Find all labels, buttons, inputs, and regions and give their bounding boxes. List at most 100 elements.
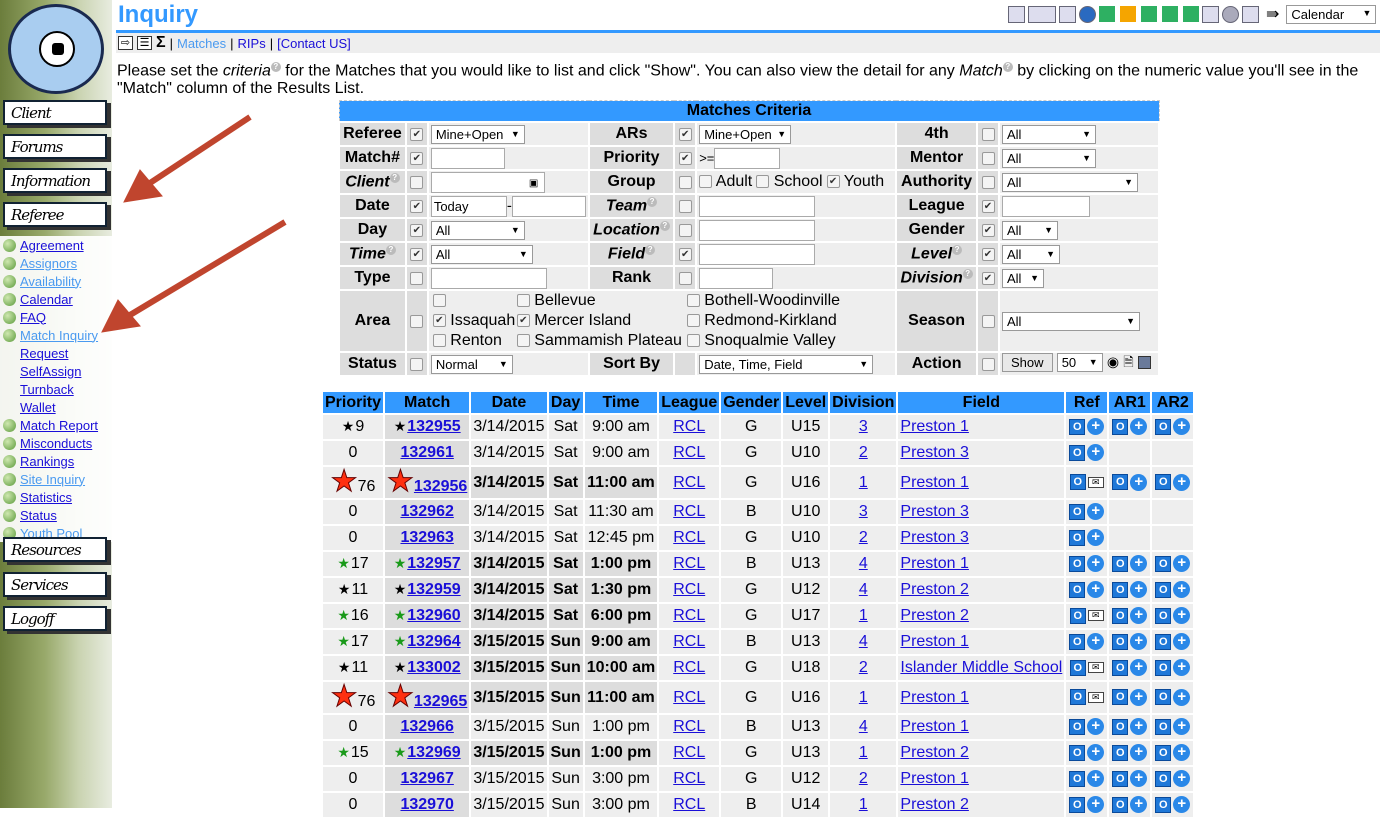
division-checkbox[interactable]: ✔ — [981, 272, 995, 286]
column-header-level[interactable]: Level — [781, 390, 831, 415]
division-link[interactable]: 2 — [859, 444, 868, 461]
request-plus-icon[interactable]: + — [1173, 688, 1191, 706]
match-link[interactable]: 132969 — [407, 744, 460, 761]
field-link[interactable]: Preston 3 — [900, 529, 968, 546]
view-official-icon[interactable]: O — [1112, 607, 1129, 624]
season-select[interactable]: All — [1002, 311, 1140, 331]
view-official-icon[interactable]: O — [1155, 581, 1172, 598]
view-official-icon[interactable]: O — [1069, 555, 1086, 572]
view-official-icon[interactable]: O — [1069, 581, 1086, 598]
request-plus-icon[interactable]: + — [1130, 555, 1148, 573]
request-plus-icon[interactable]: + — [1087, 581, 1105, 599]
authority-checkbox[interactable] — [981, 176, 995, 190]
request-plus-icon[interactable]: + — [1173, 659, 1191, 677]
field-link[interactable]: Preston 1 — [900, 474, 968, 491]
view-official-icon[interactable]: O — [1069, 689, 1086, 706]
action-checkbox[interactable] — [981, 358, 995, 372]
view-official-icon[interactable]: O — [1112, 633, 1129, 650]
status-select[interactable]: Normal — [430, 354, 513, 374]
view-official-icon[interactable]: O — [1155, 689, 1172, 706]
field-link[interactable]: Preston 3 — [900, 444, 968, 461]
match-link[interactable]: 132962 — [400, 503, 453, 520]
league-link[interactable]: RCL — [673, 529, 705, 546]
division-link[interactable]: 1 — [859, 796, 868, 813]
match-link[interactable]: 132957 — [407, 555, 460, 572]
view-official-icon[interactable]: O — [1112, 744, 1129, 761]
league-link[interactable]: RCL — [673, 633, 705, 650]
view-official-icon[interactable]: O — [1069, 474, 1086, 491]
match-link[interactable]: 133002 — [407, 659, 460, 676]
nav-resources-button[interactable]: Resources — [3, 537, 107, 562]
sidebar-link-assignors[interactable]: Assignors — [20, 256, 77, 271]
group-checkbox[interactable] — [678, 176, 692, 190]
view-official-icon[interactable]: O — [1155, 418, 1172, 435]
division-link[interactable]: 1 — [859, 689, 868, 706]
field-link[interactable]: Preston 1 — [900, 718, 968, 735]
group-option-adult[interactable]: Adult — [699, 173, 752, 190]
field-checkbox[interactable]: ✔ — [678, 248, 692, 262]
ars-select[interactable]: Mine+Open — [699, 124, 792, 144]
client-checkbox[interactable] — [410, 176, 424, 190]
division-link[interactable]: 3 — [859, 418, 868, 435]
division-link[interactable]: 2 — [859, 659, 868, 676]
field-input[interactable] — [699, 243, 816, 265]
help-icon[interactable]: ? — [962, 268, 973, 279]
view-official-icon[interactable]: O — [1155, 659, 1172, 676]
status-checkbox[interactable] — [410, 358, 424, 372]
column-header-priority[interactable]: Priority — [320, 390, 386, 415]
league-link[interactable]: RCL — [673, 444, 705, 461]
area-option[interactable] — [432, 291, 513, 311]
match-link[interactable]: 132956 — [414, 478, 467, 495]
help-icon[interactable]: ? — [1002, 62, 1013, 72]
request-plus-icon[interactable]: + — [1173, 718, 1191, 736]
league-link[interactable]: RCL — [673, 770, 705, 787]
nav-client-button[interactable]: Client — [3, 100, 107, 125]
league-checkbox[interactable]: ✔ — [981, 200, 995, 214]
rank-input[interactable] — [699, 267, 774, 289]
client-input[interactable] — [430, 171, 545, 193]
time-select[interactable]: All — [430, 244, 533, 264]
league-link[interactable]: RCL — [673, 744, 705, 761]
view-official-icon[interactable]: O — [1155, 474, 1172, 491]
gender-checkbox[interactable]: ✔ — [981, 224, 995, 238]
request-plus-icon[interactable]: + — [1130, 607, 1148, 625]
request-plus-icon[interactable]: + — [1173, 607, 1191, 625]
contact-us-link[interactable]: [Contact US] — [277, 36, 351, 51]
request-plus-icon[interactable]: + — [1173, 633, 1191, 651]
league-link[interactable]: RCL — [673, 659, 705, 676]
help-icon[interactable]: ? — [270, 62, 281, 72]
help-icon[interactable]: ? — [647, 196, 658, 207]
record-icon[interactable]: ◉ — [1107, 353, 1119, 369]
view-official-icon[interactable]: O — [1069, 659, 1086, 676]
view-official-icon[interactable]: O — [1112, 581, 1129, 598]
league-link[interactable]: RCL — [673, 503, 705, 520]
division-link[interactable]: 4 — [859, 581, 868, 598]
level-select[interactable]: All — [1002, 244, 1060, 264]
request-plus-icon[interactable]: + — [1173, 796, 1191, 814]
fourth-select[interactable]: All — [1002, 124, 1096, 144]
area-option[interactable]: Sammamish Plateau — [516, 331, 683, 351]
view-official-icon[interactable]: O — [1155, 633, 1172, 650]
request-plus-icon[interactable]: + — [1087, 718, 1105, 736]
request-plus-icon[interactable]: + — [1130, 473, 1148, 491]
view-official-icon[interactable]: O — [1155, 718, 1172, 735]
view-official-icon[interactable]: O — [1112, 418, 1129, 435]
nav-services-button[interactable]: Services — [3, 572, 107, 597]
match-link[interactable]: 132955 — [407, 418, 460, 435]
help-icon[interactable]: ? — [659, 220, 670, 231]
sidebar-link-match-inquiry[interactable]: Match Inquiry — [20, 328, 98, 343]
request-plus-icon[interactable]: + — [1130, 770, 1148, 788]
request-plus-icon[interactable]: + — [1130, 688, 1148, 706]
column-header-time[interactable]: Time — [582, 390, 660, 415]
date-from-input[interactable]: Today — [430, 195, 507, 217]
match-link[interactable]: 132960 — [407, 607, 460, 624]
match-link[interactable]: 132959 — [407, 581, 460, 598]
column-header-ar2[interactable]: AR2 — [1150, 390, 1196, 415]
league-link[interactable]: RCL — [673, 689, 705, 706]
division-link[interactable]: 1 — [859, 744, 868, 761]
league-link[interactable]: RCL — [673, 474, 705, 491]
sidebar-link-turnback[interactable]: Turnback — [20, 382, 74, 397]
field-link[interactable]: Preston 1 — [900, 555, 968, 572]
match-link[interactable]: 132964 — [407, 633, 460, 650]
request-plus-icon[interactable]: + — [1130, 796, 1148, 814]
